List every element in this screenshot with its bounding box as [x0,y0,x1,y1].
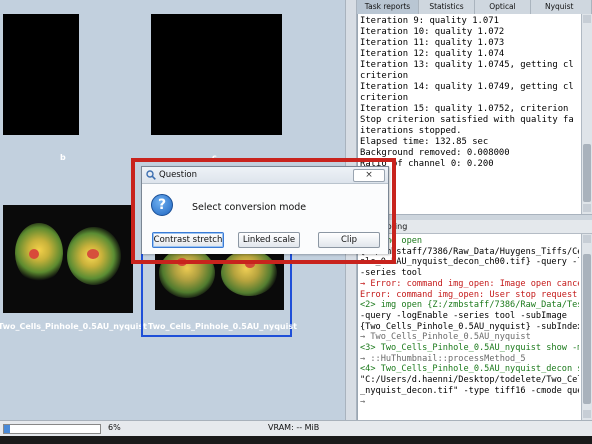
task-log-line: Stop criterion satisfied with quality fa [360,115,574,125]
task-log-line: Iteration 12: quality 1.074 [360,49,505,59]
scroll-thumb[interactable] [583,144,591,202]
tcl-log-line: → Two_Cells_Pinhole_0.5AU_nyquist [360,332,531,343]
task-log-line: Iteration 10: quality 1.072 [360,27,505,37]
task-log-line: Iteration 11: quality 1.073 [360,38,505,48]
thumbnail-label: b [60,153,66,162]
task-log-line: Iteration 15: quality 1.0752, criterion [360,104,569,114]
task-log-line: iterations stopped. [360,126,462,136]
tcl-log-line: → ::HuThumbnail::processMethod_5 [360,353,526,364]
tab-statistics[interactable]: Statistics [419,0,475,14]
thumbnail-two-cells[interactable] [3,205,133,313]
task-log-line: criterion [360,93,409,103]
task-log-line: Elapsed time: 132.85 sec [360,137,489,147]
highlight-box [131,158,396,264]
tcl-log-line: → [360,396,366,407]
report-tabs: Task reports Statistics Optical Nyquist [357,0,592,14]
tab-nyquist[interactable]: Nyquist [531,0,592,14]
thumbnail-c[interactable] [151,14,282,135]
task-log-line: Iteration 9: quality 1.071 [360,16,499,26]
tcl-log-line: -series tool [360,268,423,279]
scroll-up-button[interactable] [583,15,591,23]
thumbnail-label: Two_Cells_Pinhole_0.5AU_nyquist [0,322,147,331]
tcl-log-line: <4> Two_Cells_Pinhole_0.5AU_nyquist_deco… [360,364,579,375]
tcl-log-line: <3> Two_Cells_Pinhole_0.5AU_nyquist show… [360,343,579,354]
progress-percent: 6% [108,423,121,432]
task-log-line: Iteration 14: quality 1.0749, getting cl [360,82,574,92]
tab-task-reports[interactable]: Task reports [357,0,419,14]
tab-optical[interactable]: Optical [475,0,531,14]
scroll-up-button[interactable] [583,235,591,243]
vram-readout: VRAM: -- MiB [268,423,320,432]
task-log-scrollbar[interactable] [581,14,592,214]
tcl-log-line: → Error: command img_open: Image open ca… [360,278,579,289]
task-log-line: criterion [360,71,409,81]
tcl-log-line: -query -logEnable -series tool -subImage [360,310,567,321]
scroll-down-button[interactable] [583,204,591,212]
scroll-thumb[interactable] [583,254,591,404]
taskbar-strip [0,436,592,444]
tcl-log-line: _nyquist_decon.tif" -type tiff16 -cmode … [360,385,579,396]
tcl-log-line: {Two_Cells_Pinhole_0.5AU_nyquist} -subIn… [360,321,579,332]
scroll-down-button[interactable] [583,410,591,418]
tcl-log-line: "C:/Users/d.haenni/Desktop/todelete/Two_… [360,375,579,386]
task-log-line: Iteration 13: quality 1.0745, getting cl [360,60,574,70]
thumbnail-label: Two_Cells_Pinhole_0.5AU_nyquist [148,322,297,331]
thumbnail-b[interactable] [3,14,79,135]
tcl-log-line: <2> img open {Z:/zmbstaff/7386/Raw_Data/… [360,300,579,311]
tcl-log-line: Error: command img_open: User stop reque… [360,289,578,300]
status-bar: 6% VRAM: -- MiB [0,420,592,436]
tcl-log-scrollbar[interactable] [581,234,592,420]
progress-bar [3,424,101,434]
